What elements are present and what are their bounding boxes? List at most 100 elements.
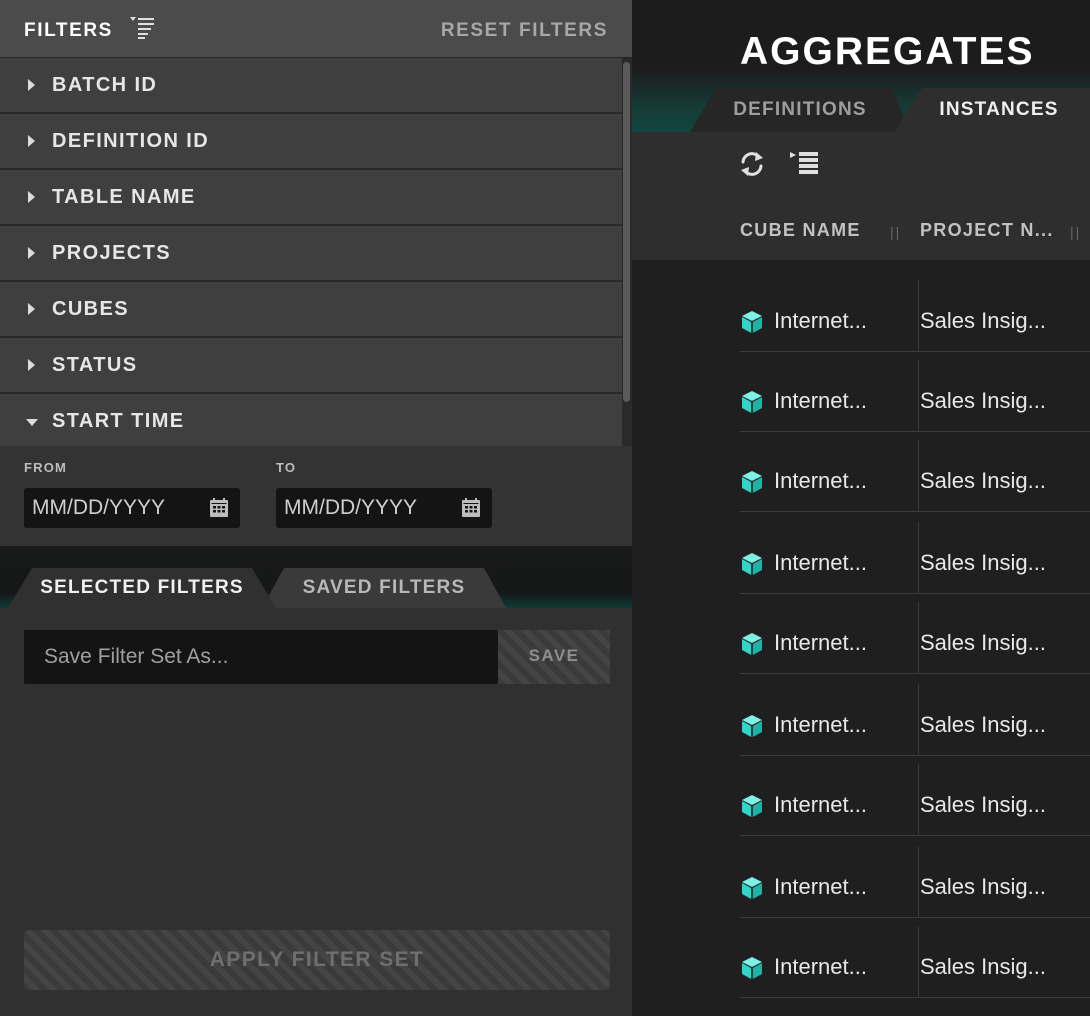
caret-down-icon <box>26 419 38 426</box>
filter-item-label: STATUS <box>52 354 138 376</box>
scrollbar-thumb[interactable] <box>623 62 630 402</box>
filter-item-label: BATCH ID <box>52 74 158 96</box>
cell-divider <box>918 602 919 674</box>
cube-name-cell: Internet... <box>774 792 867 817</box>
cube-name-cell: Internet... <box>774 550 867 575</box>
filter-item-label: TABLE NAME <box>52 186 196 208</box>
cube-icon <box>742 957 762 979</box>
cube-icon <box>742 553 762 575</box>
filter-item-status[interactable]: STATUS <box>0 338 622 394</box>
calendar-icon[interactable] <box>210 498 228 517</box>
filter-item-table-name[interactable]: TABLE NAME <box>0 170 622 226</box>
save-filter-row: SAVE <box>24 630 610 684</box>
table-row[interactable]: Internet... Sales Insig... <box>740 676 1090 756</box>
refresh-icon[interactable] <box>738 150 766 178</box>
filters-header: FILTERS RESET FILTERS <box>0 0 632 58</box>
cube-icon <box>742 877 762 899</box>
project-name-cell: Sales Insig... <box>920 712 1046 737</box>
cube-icon <box>742 715 762 737</box>
filter-list: BATCH ID DEFINITION ID TABLE NAME PROJEC… <box>0 58 622 450</box>
reset-filters-button[interactable]: RESET FILTERS <box>441 20 608 42</box>
from-label: FROM <box>24 460 68 475</box>
filter-item-label: START TIME <box>52 410 185 432</box>
table-row[interactable]: Internet... Sales Insig... <box>740 352 1090 432</box>
caret-right-icon <box>28 191 35 203</box>
cube-icon <box>742 633 762 655</box>
start-time-range: FROM TO MM/DD/YYYY MM/DD/YYYY <box>0 446 632 546</box>
cell-divider <box>918 684 919 756</box>
cube-name-cell: Internet... <box>774 954 867 979</box>
cube-name-cell: Internet... <box>774 308 867 333</box>
save-filter-name-input[interactable] <box>24 630 498 684</box>
cube-name-cell: Internet... <box>774 874 867 899</box>
apply-filter-set-button[interactable]: APPLY FILTER SET <box>24 930 610 990</box>
project-name-cell: Sales Insig... <box>920 792 1046 817</box>
save-button[interactable]: SAVE <box>498 630 610 684</box>
filters-panel: FILTERS RESET FILTERS BATCH ID DEFINITIO… <box>0 0 632 1016</box>
cell-divider <box>918 280 919 352</box>
aggregates-header: AGGREGATES DEFINITIONS INSTANCES <box>632 0 1090 132</box>
filter-item-start-time[interactable]: START TIME <box>0 394 622 450</box>
from-date-input[interactable]: MM/DD/YYYY <box>24 488 240 528</box>
filter-item-cubes[interactable]: CUBES <box>0 282 622 338</box>
caret-right-icon <box>28 247 35 259</box>
column-header-project-name[interactable]: PROJECT N... <box>920 220 1054 241</box>
tab-instances[interactable]: INSTANCES <box>894 88 1090 132</box>
filter-list-icon[interactable] <box>128 16 158 40</box>
column-chooser-icon[interactable] <box>788 150 820 176</box>
aggregates-toolbar <box>632 132 1090 196</box>
filter-item-label: CUBES <box>52 298 130 320</box>
table-row[interactable]: Internet... Sales Insig... <box>740 514 1090 594</box>
project-name-cell: Sales Insig... <box>920 468 1046 493</box>
cell-divider <box>918 522 919 594</box>
column-resize-handle[interactable]: || <box>1070 224 1081 240</box>
table-row[interactable]: Internet... Sales Insig... <box>740 432 1090 512</box>
cell-divider <box>918 764 919 836</box>
project-name-cell: Sales Insig... <box>920 874 1046 899</box>
grid-body: Internet... Sales Insig... Internet... S… <box>632 260 1090 1016</box>
cube-icon <box>742 391 762 413</box>
cell-divider <box>918 360 919 432</box>
cube-name-cell: Internet... <box>774 388 867 413</box>
project-name-cell: Sales Insig... <box>920 550 1046 575</box>
filters-title: FILTERS <box>24 20 113 41</box>
filter-item-definition-id[interactable]: DEFINITION ID <box>0 114 622 170</box>
table-row[interactable]: Internet... Sales Insig... <box>740 594 1090 674</box>
caret-right-icon <box>28 359 35 371</box>
project-name-cell: Sales Insig... <box>920 954 1046 979</box>
table-row[interactable]: Internet... Sales Insig... <box>740 756 1090 836</box>
table-row[interactable]: Internet... Sales Insig... <box>740 838 1090 918</box>
cube-icon <box>742 795 762 817</box>
table-row[interactable]: Internet... Sales Insig... <box>740 918 1090 998</box>
caret-right-icon <box>28 79 35 91</box>
tab-saved-filters[interactable]: SAVED FILTERS <box>262 568 506 608</box>
grid-header: CUBE NAME || PROJECT N... || <box>632 196 1090 260</box>
from-date-placeholder: MM/DD/YYYY <box>32 496 166 519</box>
tab-selected-filters[interactable]: SELECTED FILTERS <box>8 568 276 608</box>
filter-item-label: DEFINITION ID <box>52 130 210 152</box>
cube-name-cell: Internet... <box>774 712 867 737</box>
filter-tabs: SAVED FILTERS SELECTED FILTERS <box>0 546 632 608</box>
aggregates-panel: AGGREGATES DEFINITIONS INSTANCES CUBE NA… <box>632 0 1090 1016</box>
filter-item-projects[interactable]: PROJECTS <box>0 226 622 282</box>
tab-definitions[interactable]: DEFINITIONS <box>690 88 910 132</box>
calendar-icon[interactable] <box>462 498 480 517</box>
filter-item-batch-id[interactable]: BATCH ID <box>0 58 622 114</box>
column-header-cube-name[interactable]: CUBE NAME <box>740 220 861 241</box>
column-resize-handle[interactable]: || <box>890 224 901 240</box>
cell-divider <box>918 926 919 998</box>
cube-icon <box>742 471 762 493</box>
project-name-cell: Sales Insig... <box>920 630 1046 655</box>
caret-right-icon <box>28 303 35 315</box>
caret-right-icon <box>28 135 35 147</box>
cube-name-cell: Internet... <box>774 468 867 493</box>
cell-divider <box>918 440 919 512</box>
filter-list-scrollbar[interactable] <box>622 58 632 446</box>
to-date-input[interactable]: MM/DD/YYYY <box>276 488 492 528</box>
table-row[interactable]: Internet... Sales Insig... <box>740 272 1090 352</box>
page-title: AGGREGATES <box>740 30 1035 73</box>
cube-icon <box>742 311 762 333</box>
project-name-cell: Sales Insig... <box>920 308 1046 333</box>
filter-item-label: PROJECTS <box>52 242 172 264</box>
cell-divider <box>918 846 919 918</box>
